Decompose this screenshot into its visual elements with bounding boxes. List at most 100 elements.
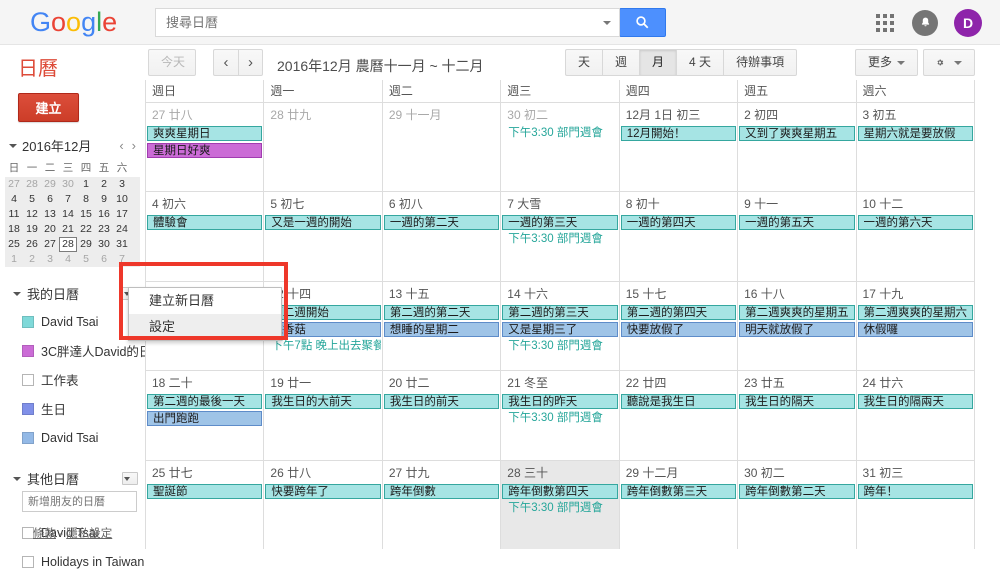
- search-input[interactable]: [155, 8, 620, 37]
- mini-prev-button[interactable]: ‹: [119, 138, 123, 153]
- mini-day[interactable]: 4: [5, 192, 23, 207]
- calendar-color-checkbox[interactable]: [22, 374, 34, 386]
- day-cell[interactable]: 27 廿九跨年倒數: [383, 461, 501, 549]
- allday-event[interactable]: 我生日的隔天: [739, 394, 854, 409]
- calendar-color-checkbox[interactable]: [22, 432, 34, 444]
- mini-day[interactable]: 6: [41, 192, 59, 207]
- allday-event[interactable]: 又到了爽爽星期五: [739, 126, 854, 141]
- day-cell[interactable]: 8 初十一週的第四天: [620, 192, 738, 280]
- day-cell[interactable]: 24 廿六我生日的隔兩天: [857, 371, 975, 459]
- mini-day[interactable]: 7: [59, 192, 77, 207]
- day-cell[interactable]: 16 十八第二週爽爽的星期五明天就放假了: [738, 282, 856, 370]
- allday-event[interactable]: 第二週爽爽的星期六: [858, 305, 973, 320]
- day-cell[interactable]: 28 廿九: [264, 103, 382, 191]
- timed-event[interactable]: 下午3:30 部門週會: [502, 232, 617, 247]
- day-cell[interactable]: 10 十二一週的第六天: [857, 192, 975, 280]
- day-cell[interactable]: 7 大雪一週的第三天下午3:30 部門週會: [501, 192, 619, 280]
- allday-event[interactable]: 聽說是我生日: [621, 394, 736, 409]
- calendar-color-checkbox[interactable]: [22, 316, 34, 328]
- mini-day[interactable]: 27: [5, 177, 23, 192]
- mini-day[interactable]: 24: [113, 222, 131, 237]
- apps-grid-icon[interactable]: [876, 14, 894, 32]
- more-button[interactable]: 更多: [855, 49, 918, 76]
- day-cell[interactable]: 27 廿八爽爽星期日星期日好爽: [146, 103, 264, 191]
- menu-item-設定[interactable]: 設定: [129, 314, 281, 340]
- mini-day[interactable]: 11: [5, 207, 23, 222]
- mini-day[interactable]: 19: [23, 222, 41, 237]
- allday-event[interactable]: 快要放假了: [621, 322, 736, 337]
- day-cell[interactable]: 21 冬至我生日的昨天下午3:30 部門週會: [501, 371, 619, 459]
- mini-day[interactable]: 15: [77, 207, 95, 222]
- day-cell[interactable]: 14 十六第二週的第三天又是星期三了下午3:30 部門週會: [501, 282, 619, 370]
- allday-event[interactable]: 採香菇: [265, 322, 380, 337]
- mini-day[interactable]: 31: [113, 237, 131, 252]
- allday-event[interactable]: 第二週開始: [265, 305, 380, 320]
- day-cell[interactable]: 29 十二月跨年倒數第三天: [620, 461, 738, 549]
- mini-day[interactable]: 22: [77, 222, 95, 237]
- mini-day[interactable]: 27: [41, 237, 59, 252]
- allday-event[interactable]: 星期日好爽: [147, 143, 262, 158]
- day-cell[interactable]: 23 廿五我生日的隔天: [738, 371, 856, 459]
- timed-event[interactable]: 下午7點 晚上出去聚餐吧！: [265, 339, 380, 354]
- allday-event[interactable]: 體驗會: [147, 215, 262, 230]
- day-cell[interactable]: 3 初五星期六就是要放假: [857, 103, 975, 191]
- allday-event[interactable]: 跨年倒數第四天: [502, 484, 617, 499]
- other-calendars-menu-button[interactable]: [122, 472, 138, 485]
- timed-event[interactable]: 下午3:30 部門週會: [502, 411, 617, 426]
- search-button[interactable]: [619, 8, 666, 37]
- view-button-待辦事項[interactable]: 待辦事項: [723, 49, 797, 76]
- search-options-icon[interactable]: [603, 21, 611, 25]
- allday-event[interactable]: 明天就放假了: [739, 322, 854, 337]
- mini-day[interactable]: 9: [95, 192, 113, 207]
- view-button-4 天[interactable]: 4 天: [676, 49, 723, 76]
- day-cell[interactable]: 6 初八一週的第二天: [383, 192, 501, 280]
- calendar-list-item[interactable]: 3C胖達人David的日曆: [0, 336, 145, 365]
- mini-day[interactable]: 5: [77, 252, 95, 267]
- day-cell[interactable]: 12 十四第二週開始採香菇下午7點 晚上出去聚餐吧！: [264, 282, 382, 370]
- allday-event[interactable]: 跨年倒數第三天: [621, 484, 736, 499]
- mini-next-button[interactable]: ›: [132, 138, 136, 153]
- allday-event[interactable]: 跨年倒數: [384, 484, 499, 499]
- allday-event[interactable]: 一週的第三天: [502, 215, 617, 230]
- mini-day[interactable]: 12: [23, 207, 41, 222]
- view-button-週[interactable]: 週: [602, 49, 639, 76]
- settings-gear-button[interactable]: [923, 49, 975, 76]
- mini-day[interactable]: 28: [23, 177, 41, 192]
- allday-event[interactable]: 我生日的昨天: [502, 394, 617, 409]
- mini-day[interactable]: 16: [95, 207, 113, 222]
- allday-event[interactable]: 爽爽星期日: [147, 126, 262, 141]
- day-cell[interactable]: 19 廿一我生日的大前天: [264, 371, 382, 459]
- day-cell[interactable]: 30 初二下午3:30 部門週會: [501, 103, 619, 191]
- mini-day[interactable]: 7: [113, 252, 131, 267]
- mini-day[interactable]: 25: [5, 237, 23, 252]
- prev-button[interactable]: ‹: [213, 49, 238, 76]
- allday-event[interactable]: 我生日的前天: [384, 394, 499, 409]
- privacy-link[interactable]: 隱私設定: [66, 528, 112, 540]
- calendar-list-item[interactable]: David Tsai: [0, 307, 145, 336]
- mini-day[interactable]: 21: [59, 222, 77, 237]
- allday-event[interactable]: 休假囉: [858, 322, 973, 337]
- day-cell[interactable]: 20 廿二我生日的前天: [383, 371, 501, 459]
- allday-event[interactable]: 又是一週的開始: [265, 215, 380, 230]
- mini-day[interactable]: 6: [95, 252, 113, 267]
- mini-day[interactable]: 3: [41, 252, 59, 267]
- mini-day[interactable]: 5: [23, 192, 41, 207]
- allday-event[interactable]: 我生日的大前天: [265, 394, 380, 409]
- add-friend-calendar-input[interactable]: [22, 491, 137, 512]
- mini-day[interactable]: 10: [113, 192, 131, 207]
- mini-day[interactable]: 1: [5, 252, 23, 267]
- day-cell[interactable]: 28 三十跨年倒數第四天下午3:30 部門週會: [501, 461, 619, 549]
- terms-link[interactable]: 條款: [33, 528, 56, 540]
- day-cell[interactable]: 25 廿七聖誕節: [146, 461, 264, 549]
- allday-event[interactable]: 星期六就是要放假: [858, 126, 973, 141]
- mini-day[interactable]: 18: [5, 222, 23, 237]
- create-button[interactable]: 建立: [18, 93, 79, 122]
- notifications-button[interactable]: [912, 10, 938, 36]
- timed-event[interactable]: 下午3:30 部門週會: [502, 339, 617, 354]
- mini-day[interactable]: 20: [41, 222, 59, 237]
- day-cell[interactable]: 9 十一一週的第五天: [738, 192, 856, 280]
- view-button-月[interactable]: 月: [639, 49, 676, 76]
- view-button-天[interactable]: 天: [565, 49, 602, 76]
- mini-day[interactable]: 30: [59, 177, 77, 192]
- mini-day[interactable]: 29: [41, 177, 59, 192]
